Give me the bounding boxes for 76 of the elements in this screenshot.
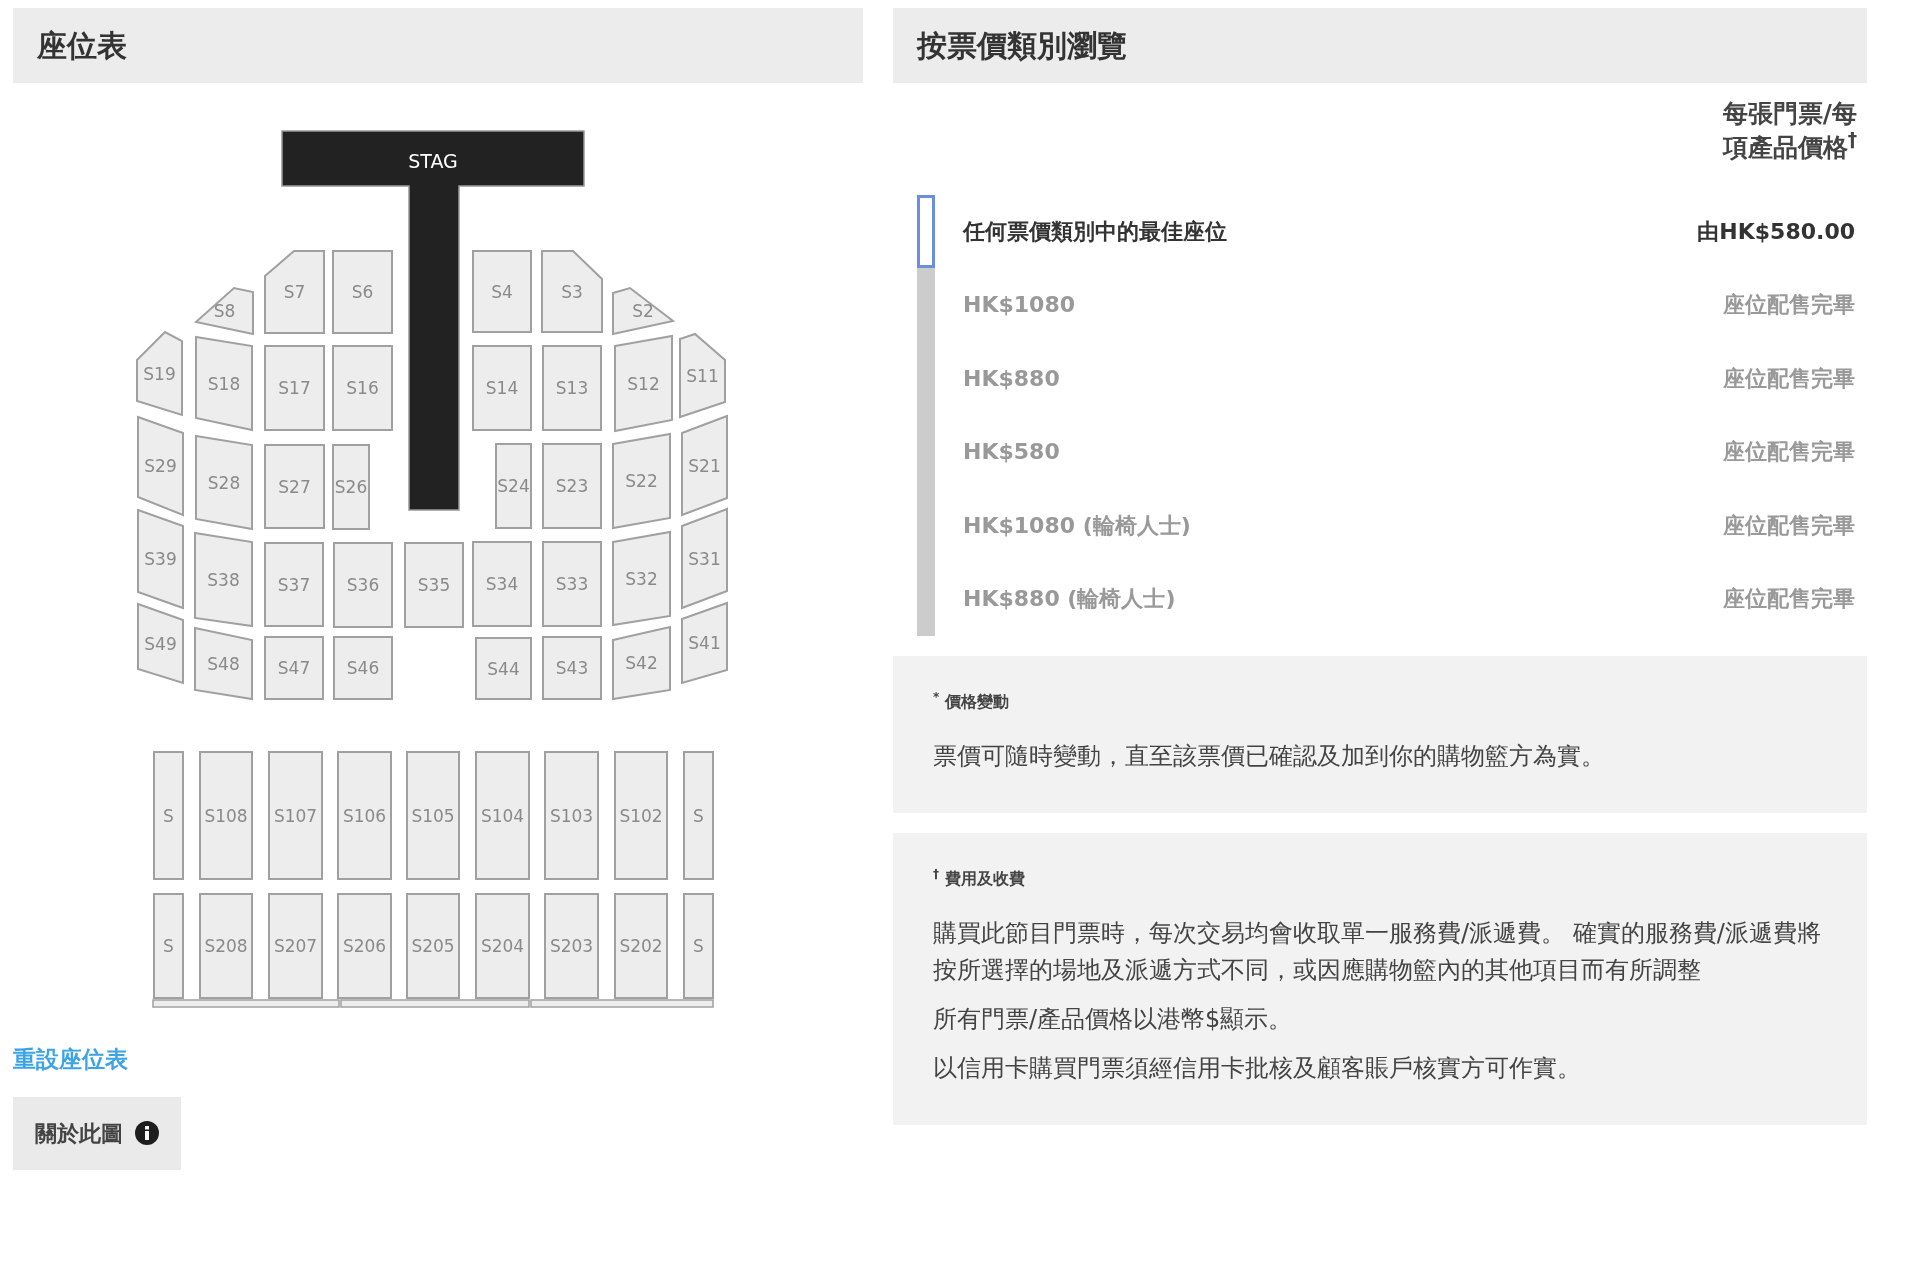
seat-section[interactable]: S16 [332,345,393,431]
seat-section[interactable]: S [153,751,184,880]
seat-section[interactable]: S41 [681,601,728,685]
panel-title: 座位表 [13,8,863,83]
seat-section[interactable]: S6 [332,250,393,334]
seat-section[interactable]: S37 [264,542,324,627]
seat-section[interactable]: S46 [333,636,393,700]
seat-section[interactable]: S35 [404,542,464,628]
seat-section[interactable]: S38 [194,531,253,628]
price-text: 座位配售完畢 [1723,511,1855,540]
price-category[interactable]: 任何票價類別中的最佳座位 [963,214,1698,248]
price-text: 座位配售完畢 [1723,291,1855,320]
seat-section[interactable]: S205 [406,893,460,999]
seat-section[interactable]: S [683,893,714,999]
seat-section[interactable]: S32 [612,530,671,627]
seat-section[interactable]: S108 [199,751,253,880]
seat-section[interactable]: S105 [406,751,460,880]
panel-title: 按票價類別瀏覽 [893,8,1867,83]
seat-section[interactable]: S42 [612,625,671,701]
seat-section[interactable]: S43 [542,636,602,700]
seat-section[interactable]: S22 [612,432,671,530]
note-text: 購買此節目門票時，每次交易均會收取單一服務費/派遞費。 確實的服務費/派遞費將按所選擇的場地及派遞方式不同，或因應購物籃內的其他項目而有所調整 [933,917,1822,986]
seat-section[interactable]: S2 [612,286,676,336]
seat-section[interactable]: S34 [472,541,532,627]
seat-section[interactable]: S [683,751,714,880]
seat-section[interactable]: S14 [472,345,532,431]
seat-section[interactable]: S26 [332,444,370,530]
seat-section[interactable]: S19 [136,330,183,417]
seat-section[interactable]: S208 [199,893,253,999]
note-text: 以信用卡購買門票須經信用卡批核及顧客賬戶核實方可作實。 [933,1053,1582,1085]
seat-section[interactable]: S18 [195,335,253,432]
seat-section[interactable]: S13 [542,345,602,431]
seat-section[interactable]: S48 [194,626,253,701]
seat-section[interactable]: S36 [333,542,393,628]
seat-section[interactable]: S17 [264,345,325,431]
info-icon [135,1121,159,1145]
note-text: 票價可隨時變動，直至該票價已確認及加到你的購物籃方為實。 [933,740,1606,772]
seat-section[interactable]: S29 [137,415,184,517]
note-text: 所有門票/產品價格以港幣$顯示。 [933,1004,1294,1036]
price-text: 座位配售完畢 [1723,438,1855,467]
seat-section[interactable]: S207 [268,893,323,999]
seat-section[interactable]: S202 [614,893,668,999]
seat-section[interactable]: S49 [137,602,184,685]
seat-section[interactable]: S104 [475,751,530,880]
seat-section[interactable]: S23 [542,443,602,529]
column-header: 每張門票/每項產品價格$^{†}$ [1721,98,1857,164]
about-button[interactable]: 關於此圖 [13,1096,181,1170]
seat-section[interactable]: S39 [137,508,184,610]
price-text: 座位配售完畢 [1723,585,1855,614]
seat-section[interactable]: S206 [337,893,392,999]
price-text: 座位配售完畢 [1723,364,1855,393]
seat-section[interactable]: S102 [614,751,668,880]
seat-section[interactable]: S [153,893,184,999]
seat-section[interactable]: S12 [614,334,673,433]
seat-section[interactable]: S107 [268,751,323,880]
seat-section[interactable]: S204 [475,893,530,999]
seat-section[interactable]: S106 [337,751,392,880]
seat-section[interactable]: S8 [193,286,254,336]
seat-section[interactable]: S4 [472,250,532,333]
seat-section[interactable]: S24 [495,443,532,529]
seat-section[interactable]: S33 [542,541,602,627]
seat-section[interactable]: S31 [681,507,728,610]
price-text: 由HK$580.00 [1697,217,1855,246]
seat-section[interactable]: S3 [541,250,603,333]
seat-section[interactable]: S21 [681,414,728,517]
seat-section[interactable]: S103 [544,751,599,880]
seat-section[interactable]: S203 [544,893,599,999]
note-heading: $^{†}$ 費用及收費 [933,866,1026,890]
seat-section[interactable]: S44 [475,637,532,700]
seat-section[interactable]: S47 [264,636,324,700]
seat-section[interactable]: S11 [679,332,726,419]
seat-section[interactable]: S7 [264,250,325,334]
seat-section[interactable]: S27 [264,444,325,529]
reset-link[interactable]: 重設座位表 [13,1042,128,1077]
seat-section[interactable]: S28 [195,434,253,531]
note-heading: $^{*}$ 價格變動 [933,689,1010,713]
